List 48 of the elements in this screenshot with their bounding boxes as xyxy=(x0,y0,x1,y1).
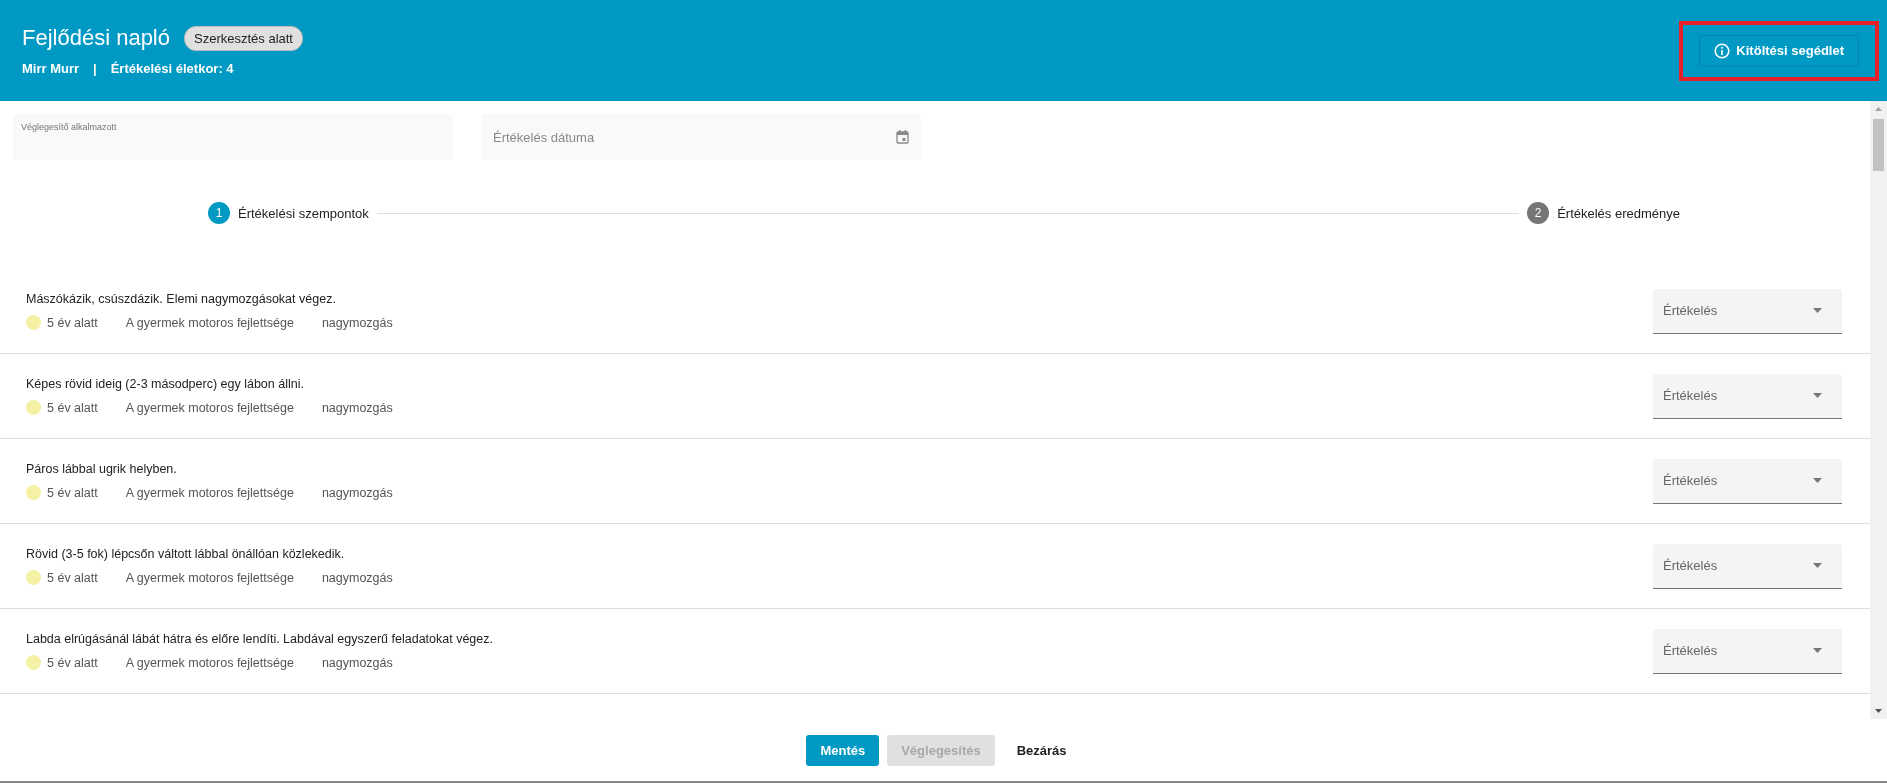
employee-field[interactable]: Véglegesítő alkalmazott xyxy=(13,114,453,160)
step-number[interactable]: 1 xyxy=(208,202,230,224)
age-group: 5 év alatt xyxy=(47,315,98,330)
rating-select[interactable]: Értékelés xyxy=(1653,628,1842,674)
age-group: 5 év alatt xyxy=(47,655,98,670)
age-label: Értékelési életkor: 4 xyxy=(110,61,234,76)
criterion-text: Mászókázik, csúszdázik. Elemi nagymozgásokat végez. xyxy=(26,292,337,306)
footer-button[interactable]: Mentés xyxy=(806,734,880,766)
step-label[interactable]: Értékelés eredménye xyxy=(1557,205,1680,221)
step-label[interactable]: Értékelési szempontok xyxy=(238,205,369,221)
sub-area: nagymozgás xyxy=(321,570,393,585)
step-number[interactable]: 2 xyxy=(1527,202,1550,224)
development-area: A gyermek motoros fejlettsége xyxy=(125,570,294,585)
sub-area: nagymozgás xyxy=(321,400,393,415)
footer-button[interactable]: Bezárás xyxy=(1002,734,1081,766)
rating-select[interactable]: Értékelés xyxy=(1653,458,1842,504)
criterion-text: Képes rövid ideig (2-3 másodperc) egy lábon állni. xyxy=(26,377,305,391)
rating-select[interactable]: Értékelés xyxy=(1653,288,1842,334)
dropdown-caret-icon xyxy=(1813,478,1822,483)
criterion-text: Rövid (3-5 fok) lépcsőn váltott lábbal önállóan közlekedik. xyxy=(26,547,346,561)
criterion-text: Páros lábbal ugrik helyben. xyxy=(26,462,178,476)
status-badge: Szerkesztés alatt xyxy=(184,25,303,51)
development-area: A gyermek motoros fejlettsége xyxy=(125,400,294,415)
development-area: A gyermek motoros fejlettsége xyxy=(125,485,294,500)
page-title: Fejlődési napló xyxy=(22,25,170,51)
dropdown-caret-icon xyxy=(1813,308,1822,313)
sub-area: nagymozgás xyxy=(321,485,393,500)
development-area: A gyermek motoros fejlettsége xyxy=(125,655,294,670)
scrollbar[interactable] xyxy=(1870,101,1887,719)
rating-select[interactable]: Értékelés xyxy=(1653,373,1842,419)
date-field[interactable]: Értékelés dátuma xyxy=(481,114,921,160)
child-name: Mirr Murr xyxy=(22,61,80,76)
help-button[interactable]: Kitöltési segédlet xyxy=(1699,34,1859,67)
dropdown-caret-icon xyxy=(1813,648,1822,653)
age-group: 5 év alatt xyxy=(47,400,98,415)
criterion-text: Labda elrúgásánál lábát hátra és előre lendíti. Labdával egyszerű feladatokat végez. xyxy=(26,632,493,646)
age-group: 5 év alatt xyxy=(47,570,98,585)
development-area: A gyermek motoros fejlettsége xyxy=(125,315,294,330)
info-icon xyxy=(1714,42,1731,59)
calendar-icon xyxy=(896,130,909,144)
scrollbar-thumb[interactable] xyxy=(1873,119,1884,171)
sub-area: nagymozgás xyxy=(321,315,393,330)
separator: | xyxy=(93,61,97,76)
rating-select[interactable]: Értékelés xyxy=(1653,543,1842,589)
sub-area: nagymozgás xyxy=(321,655,393,670)
dropdown-caret-icon xyxy=(1813,563,1822,568)
dropdown-caret-icon xyxy=(1813,393,1822,398)
age-group: 5 év alatt xyxy=(47,485,98,500)
